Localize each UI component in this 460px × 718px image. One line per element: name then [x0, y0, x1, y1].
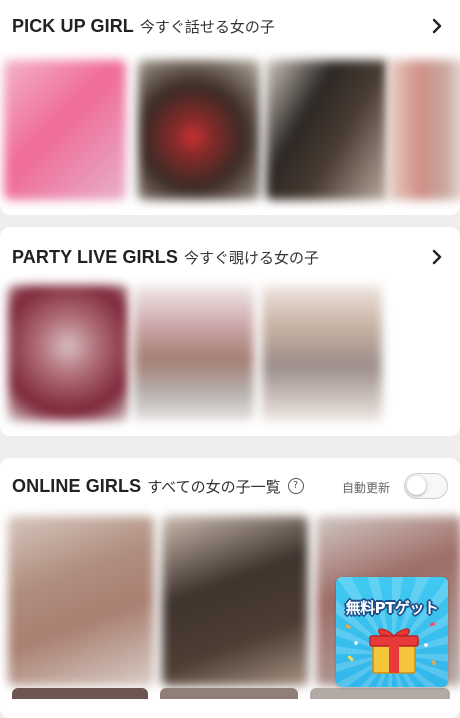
confetti-decoration — [345, 622, 437, 666]
party-live-thumbnail-3[interactable] — [262, 285, 382, 421]
pickup-title: PICK UP GIRL — [12, 15, 134, 36]
pickup-girl-thumbnail-3[interactable] — [266, 60, 388, 200]
pickup-subtitle: 今すぐ話せる女の子 — [139, 17, 275, 36]
promo-label: 無料PTゲット — [345, 599, 439, 617]
pickup-header[interactable]: PICK UP GIRL 今すぐ話せる女の子 — [12, 12, 448, 40]
online-girl-thumbnail-4[interactable] — [12, 688, 148, 699]
auto-refresh-toggle[interactable] — [404, 473, 448, 499]
online-subtitle: すべての女の子一覧 — [147, 477, 281, 496]
party-title: PARTY LIVE GIRLS — [12, 246, 178, 267]
pickup-girl-thumbnail-1[interactable] — [4, 60, 126, 200]
online-header: ONLINE GIRLS すべての女の子一覧 ? 自動更新 — [12, 472, 448, 500]
pickup-girl-section: PICK UP GIRL 今すぐ話せる女の子 — [0, 0, 460, 215]
party-header[interactable]: PARTY LIVE GIRLS 今すぐ覗ける女の子 — [12, 243, 448, 271]
online-girl-thumbnail-1[interactable] — [8, 516, 154, 686]
online-girl-thumbnail-2[interactable] — [162, 516, 308, 686]
online-title: ONLINE GIRLS — [12, 475, 142, 496]
question-circle-icon[interactable]: ? — [287, 478, 304, 494]
toggle-knob — [407, 476, 426, 495]
party-subtitle: 今すぐ覗ける女の子 — [183, 248, 319, 267]
online-girl-thumbnail-5[interactable] — [160, 688, 298, 699]
auto-refresh-label: 自動更新 — [341, 481, 390, 495]
party-live-thumbnail-1[interactable] — [8, 285, 128, 421]
party-live-thumbnail-2[interactable] — [134, 285, 254, 421]
pickup-girl-thumbnail-4[interactable] — [388, 60, 460, 200]
party-live-girls-section: PARTY LIVE GIRLS 今すぐ覗ける女の子 — [0, 227, 460, 436]
chevron-right-icon[interactable] — [428, 248, 446, 266]
pickup-girl-thumbnail-2[interactable] — [138, 60, 260, 200]
chevron-right-icon[interactable] — [428, 17, 446, 35]
online-girl-thumbnail-6[interactable] — [310, 688, 450, 699]
free-points-promo-button[interactable]: 無料PTゲット — [336, 577, 448, 687]
